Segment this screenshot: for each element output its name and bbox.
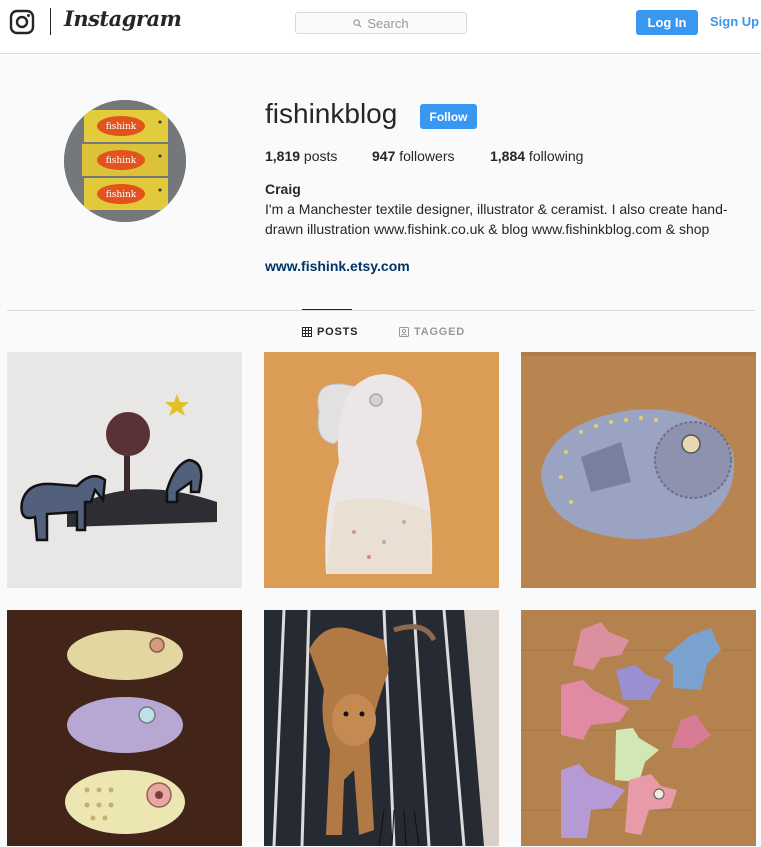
- post-thumbnail[interactable]: [7, 352, 242, 588]
- profile-bio: I'm a Manchester textile designer, illus…: [265, 201, 728, 237]
- search-input[interactable]: Search: [295, 12, 467, 34]
- search-icon: [353, 18, 362, 28]
- instagram-wordmark[interactable]: Instagram: [64, 6, 182, 31]
- post-image: [7, 610, 242, 846]
- post-thumbnail[interactable]: [264, 352, 499, 588]
- tab-posts-label: POSTS: [317, 326, 359, 338]
- active-tab-indicator: [302, 309, 352, 310]
- following-count-value: 1,884: [490, 148, 526, 164]
- post-thumbnail[interactable]: [7, 610, 242, 846]
- followers-count[interactable]: 947 followers: [372, 148, 455, 164]
- profile-username: fishinkblog: [265, 98, 398, 129]
- post-image: [7, 352, 242, 588]
- tab-tagged-label: TAGGED: [414, 326, 466, 338]
- sign-up-link[interactable]: Sign Up: [710, 14, 759, 29]
- tag-icon: [399, 327, 409, 337]
- post-thumbnail[interactable]: [264, 610, 499, 846]
- avatar-tag-text: fishink: [106, 156, 137, 166]
- posts-count-value: 1,819: [265, 148, 301, 164]
- nav-divider: [50, 8, 51, 35]
- post-image: [264, 610, 499, 846]
- post-thumbnail[interactable]: [521, 610, 756, 846]
- tab-tagged[interactable]: TAGGED: [399, 326, 465, 338]
- top-nav: Instagram Search Log In Sign Up: [0, 0, 761, 54]
- following-count-label: following: [525, 148, 584, 164]
- following-count[interactable]: 1,884 following: [490, 148, 583, 164]
- post-image: [521, 610, 756, 846]
- search-placeholder: Search: [367, 15, 409, 31]
- follow-button[interactable]: Follow: [420, 104, 477, 129]
- post-image: [521, 352, 756, 588]
- tabs-divider: [7, 310, 755, 311]
- avatar-tag-text: fishink: [106, 190, 137, 200]
- grid-icon: [302, 327, 312, 337]
- profile-website-link[interactable]: www.fishink.etsy.com: [265, 258, 410, 274]
- post-image: [264, 352, 499, 588]
- avatar-tag-text: fishink: [106, 122, 137, 132]
- instagram-camera-icon[interactable]: [9, 9, 35, 35]
- tab-posts[interactable]: POSTS: [302, 326, 358, 338]
- followers-count-label: followers: [395, 148, 455, 164]
- log-in-button[interactable]: Log In: [636, 10, 698, 35]
- post-thumbnail[interactable]: [521, 352, 756, 588]
- avatar[interactable]: fishink fishink fishink: [64, 100, 186, 222]
- posts-count-label: posts: [300, 148, 338, 164]
- profile-full-name: Craig: [265, 181, 301, 197]
- followers-count-value: 947: [372, 148, 396, 164]
- posts-count: 1,819 posts: [265, 148, 337, 164]
